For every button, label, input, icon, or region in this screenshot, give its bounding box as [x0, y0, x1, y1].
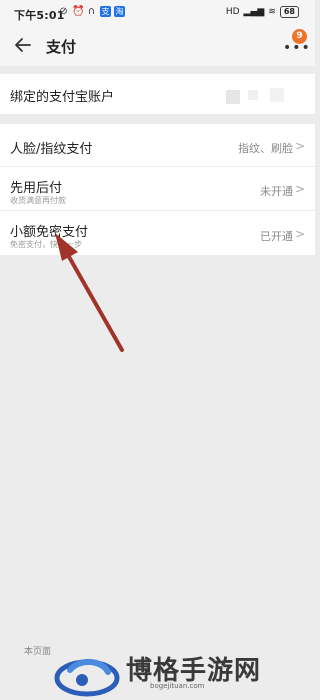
more-dots-icon: ••• — [283, 40, 311, 56]
alipay-account-row[interactable]: 绑定的支付宝账户 — [0, 74, 315, 114]
face-fingerprint-pay-row[interactable]: 人脸/指纹支付 指纹、刷脸 > — [0, 124, 315, 166]
row-value: 已开通 — [260, 230, 293, 243]
chevron-right-icon: > — [294, 139, 305, 153]
app-notification-icon: 支 — [100, 6, 111, 17]
more-button[interactable]: ••• 9 — [283, 29, 310, 56]
back-arrow-icon[interactable] — [12, 34, 34, 56]
signal-icon: ▂▄▆ — [243, 7, 265, 17]
row-subtitle: 收货满意再付款 — [10, 196, 66, 205]
headset-icon: ∩ — [87, 6, 96, 17]
battery-icon: 68 — [279, 6, 299, 18]
row-subtitle: 免密支付，快人一步 — [10, 240, 82, 249]
status-right-icons: HD ▂▄▆ ≋ 68 — [226, 6, 299, 18]
network-label: HD — [225, 7, 240, 17]
row-title: 人脸/指纹支付 — [10, 142, 93, 157]
masked-account-block — [226, 90, 240, 104]
nav-bar: 支付 ••• 9 — [0, 26, 315, 66]
watermark-url: bogejituan.com — [150, 682, 205, 690]
small-password-free-pay-row[interactable]: 小额免密支付 免密支付，快人一步 已开通 > — [0, 211, 315, 255]
silent-icon: ⊘ — [59, 6, 68, 17]
chevron-right-icon: > — [294, 182, 305, 196]
masked-account-block-3 — [270, 88, 284, 102]
app-notification-icon-2: 淘 — [114, 6, 125, 17]
masked-account-block-2 — [248, 90, 258, 100]
row-value: 指纹、刷脸 — [238, 142, 293, 155]
status-time: 下午5:01 — [14, 9, 65, 22]
status-notification-icons: ⊘ ⏰ ∩ 支 淘 — [58, 6, 125, 17]
alarm-icon: ⏰ — [72, 6, 85, 17]
watermark-logo-icon — [54, 659, 120, 697]
page-title: 支付 — [46, 38, 77, 56]
pay-later-row[interactable]: 先用后付 收货满意再付款 未开通 > — [0, 167, 315, 210]
notification-badge: 9 — [292, 29, 307, 44]
status-bar: 下午5:01 ⊘ ⏰ ∩ 支 淘 HD ▂▄▆ ≋ 68 — [0, 0, 315, 26]
chevron-right-icon: > — [294, 227, 305, 241]
row-title: 先用后付 — [10, 181, 63, 196]
wifi-icon: ≋ — [268, 7, 276, 17]
row-value: 未开通 — [260, 185, 293, 198]
alipay-account-label: 绑定的支付宝账户 — [10, 90, 115, 105]
row-title: 小额免密支付 — [10, 225, 89, 240]
footer-text: 本页面 — [24, 647, 52, 657]
